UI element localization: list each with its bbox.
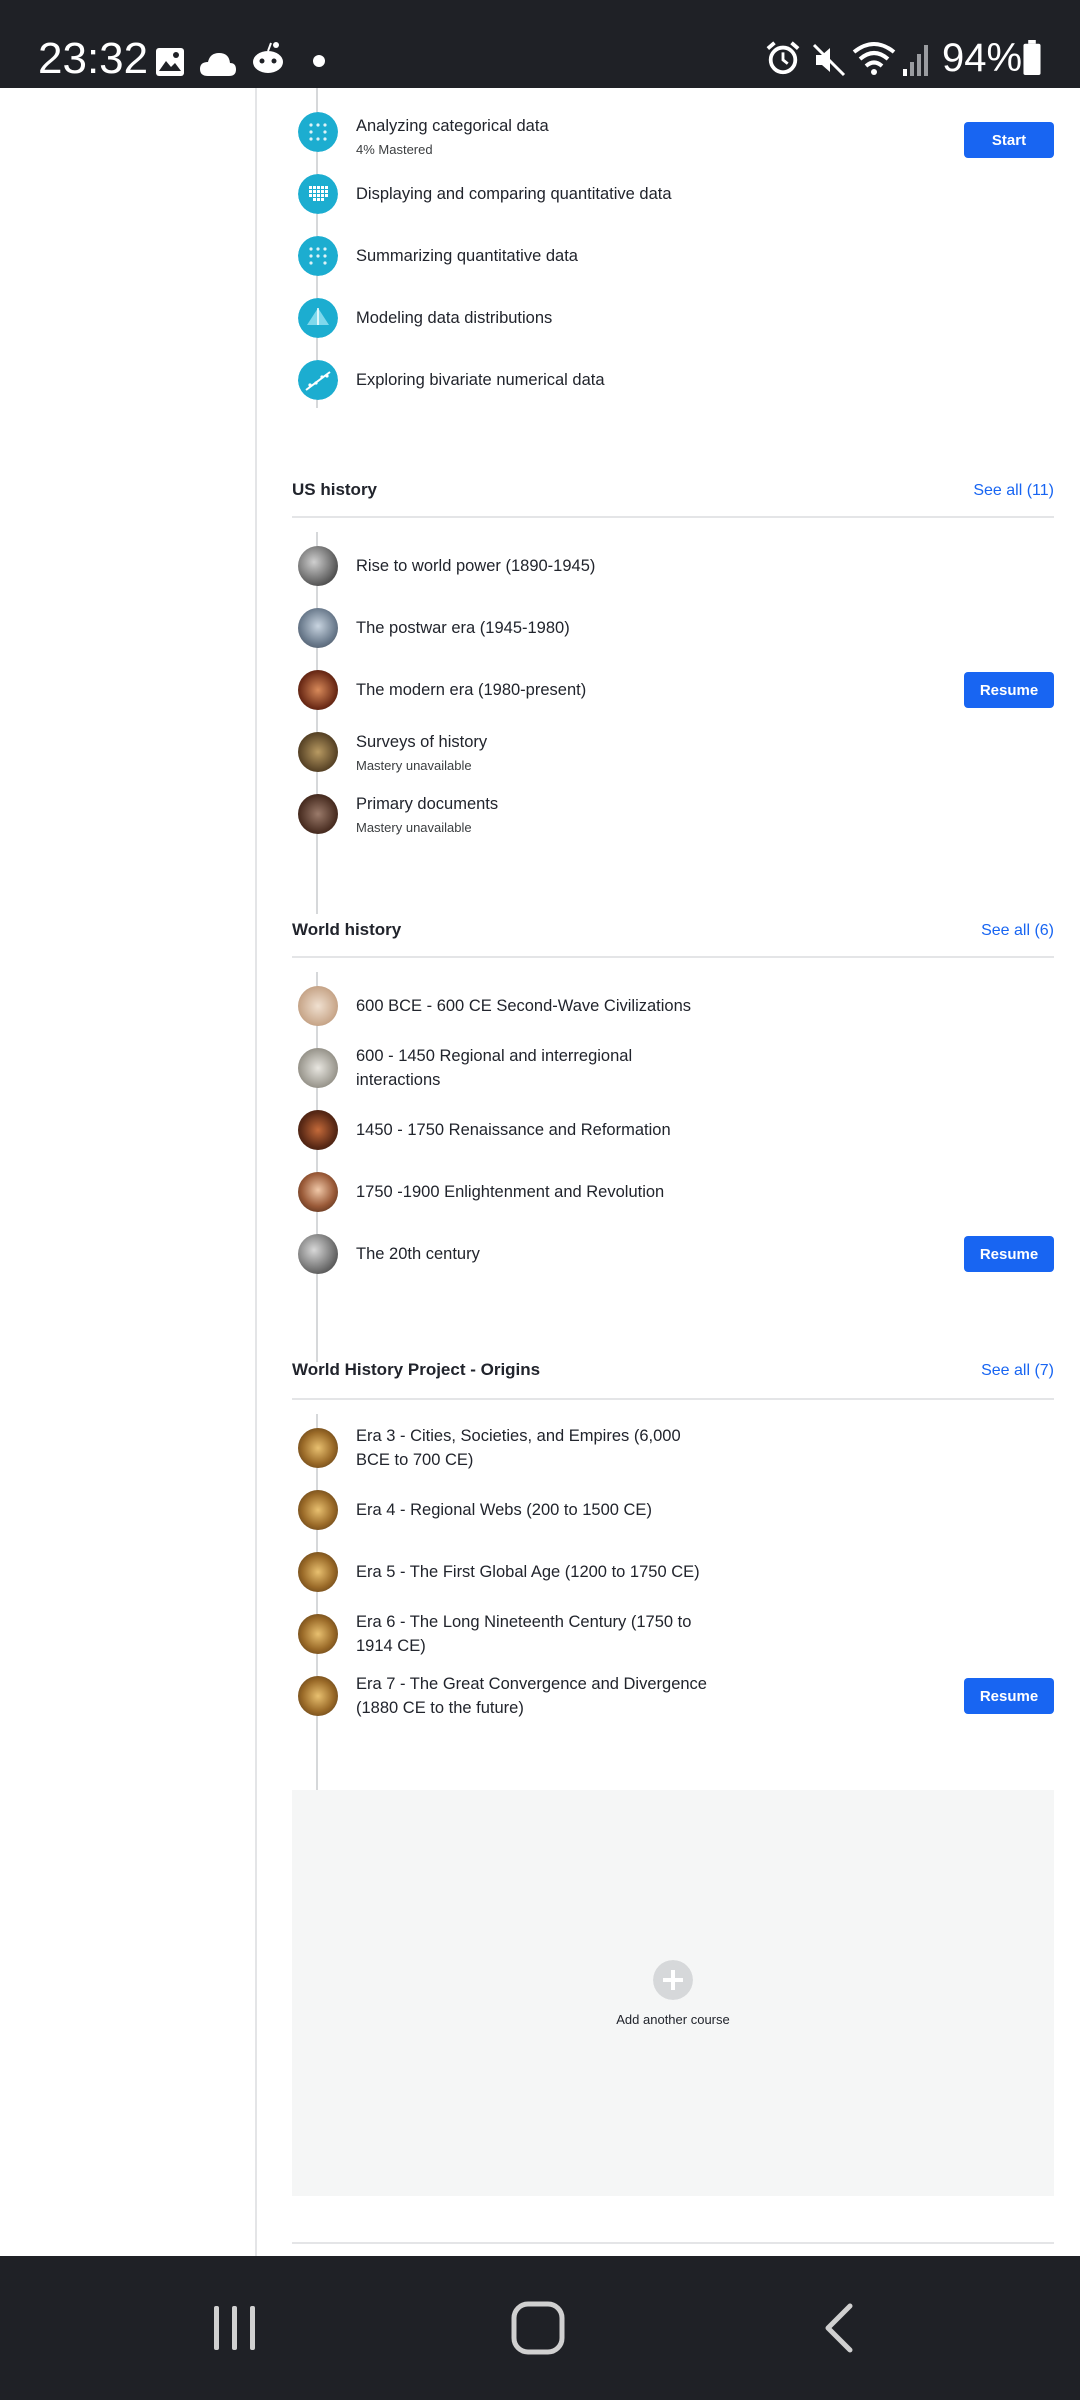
unit-row[interactable]: 600 BCE - 600 CE Second-Wave Civilizatio… — [292, 976, 1054, 1036]
unit-row[interactable]: Era 7 - The Great Convergence and Diverg… — [292, 1666, 1054, 1726]
alarm-icon — [766, 41, 800, 75]
recent-apps-icon[interactable] — [210, 2302, 260, 2354]
battery-icon — [1023, 40, 1041, 76]
course-list[interactable]: Analyzing categorical data 4% Mastered S… — [0, 88, 1080, 2256]
unit-row[interactable]: 1450 - 1750 Renaissance and Reformation — [292, 1100, 1054, 1160]
stats-grid-icon — [298, 174, 338, 214]
status-bar: 23:32 94% — [0, 0, 1080, 88]
unit-row[interactable]: Era 5 - The First Global Age (1200 to 17… — [292, 1542, 1054, 1602]
unit-row[interactable]: Primary documents Mastery unavailable — [292, 784, 1054, 844]
see-all-link[interactable]: See all (7) — [981, 1362, 1054, 1380]
resume-button[interactable]: Resume — [964, 672, 1054, 708]
history-thumbnail-icon — [298, 1110, 338, 1150]
stats-triangle-icon — [298, 298, 338, 338]
unit-title: Modeling data distributions — [356, 309, 553, 327]
unit-title: Exploring bivariate numerical data — [356, 371, 605, 389]
dot-icon — [313, 55, 325, 67]
section-divider — [292, 516, 1054, 518]
history-thumbnail-icon — [298, 546, 338, 586]
history-thumbnail-icon — [298, 1490, 338, 1530]
unit-title: Analyzing categorical data — [356, 117, 549, 135]
home-icon[interactable] — [510, 2300, 566, 2356]
plus-icon — [653, 1960, 693, 2000]
unit-title: Summarizing quantitative data — [356, 247, 578, 265]
unit-row[interactable]: 1750 -1900 Enlightenment and Revolution — [292, 1162, 1054, 1222]
unit-title: Surveys of history — [356, 733, 488, 751]
sidebar-divider — [255, 88, 257, 2256]
section-divider — [292, 956, 1054, 958]
unit-row[interactable]: Modeling data distributions — [292, 288, 1054, 348]
history-thumbnail-icon — [298, 670, 338, 710]
history-thumbnail-icon — [298, 986, 338, 1026]
unit-title: Era 6 - The Long Nineteenth Century (175… — [356, 1613, 692, 1655]
unit-row[interactable]: The 20th century Resume — [292, 1224, 1054, 1284]
resume-button[interactable]: Resume — [964, 1678, 1054, 1714]
history-thumbnail-icon — [298, 608, 338, 648]
unit-title: 1450 - 1750 Renaissance and Reformation — [356, 1121, 671, 1139]
status-time: 23:32 — [38, 34, 149, 83]
stats-dots-icon — [298, 236, 338, 276]
unit-row[interactable]: Exploring bivariate numerical data — [292, 350, 1054, 410]
unit-row[interactable]: The postwar era (1945-1980) — [292, 598, 1054, 658]
unit-row[interactable]: Era 6 - The Long Nineteenth Century (175… — [292, 1604, 1054, 1664]
battery-percent: 94% — [942, 36, 1023, 80]
unit-title: The modern era (1980-present) — [356, 681, 587, 699]
reddit-icon — [253, 42, 283, 73]
unit-title: The postwar era (1945-1980) — [356, 619, 570, 637]
unit-title: 600 BCE - 600 CE Second-Wave Civilizatio… — [356, 997, 692, 1015]
unit-row[interactable]: Rise to world power (1890-1945) — [292, 536, 1054, 596]
see-all-link[interactable]: See all (6) — [981, 922, 1054, 940]
unit-row[interactable]: Analyzing categorical data 4% Mastered S… — [292, 102, 1054, 162]
add-course-card[interactable]: Add another course — [292, 1790, 1054, 2196]
unit-title: 1750 -1900 Enlightenment and Revolution — [356, 1183, 665, 1201]
wifi-icon — [852, 42, 896, 75]
history-thumbnail-icon — [298, 1234, 338, 1274]
history-thumbnail-icon — [298, 794, 338, 834]
section-divider — [292, 1398, 1054, 1400]
unit-row[interactable]: Era 3 - Cities, Societies, and Empires (… — [292, 1418, 1054, 1478]
stats-dots-icon — [298, 112, 338, 152]
unit-title: The 20th century — [356, 1245, 480, 1263]
unit-title: Era 7 - The Great Convergence and Diverg… — [356, 1675, 707, 1717]
unit-row[interactable]: Era 4 - Regional Webs (200 to 1500 CE) — [292, 1480, 1054, 1540]
unit-title: Era 3 - Cities, Societies, and Empires (… — [356, 1427, 681, 1469]
unit-row[interactable]: 600 - 1450 Regional and interregional in… — [292, 1038, 1054, 1098]
mute-icon — [812, 43, 846, 77]
cloud-icon — [200, 53, 236, 76]
see-all-link[interactable]: See all (11) — [973, 482, 1054, 500]
section-divider — [292, 2242, 1054, 2244]
course-title[interactable]: World history — [292, 920, 401, 940]
unit-title: 600 - 1450 Regional and interregional in… — [356, 1047, 633, 1089]
back-icon[interactable] — [822, 2302, 856, 2354]
unit-title: Era 5 - The First Global Age (1200 to 17… — [356, 1563, 700, 1581]
unit-row[interactable]: Summarizing quantitative data — [292, 226, 1054, 286]
unit-title: Primary documents — [356, 795, 499, 813]
history-thumbnail-icon — [298, 1048, 338, 1088]
history-thumbnail-icon — [298, 1172, 338, 1212]
unit-mastery: Mastery unavailable — [356, 820, 472, 835]
add-course-label: Add another course — [616, 2012, 730, 2027]
start-button[interactable]: Start — [964, 122, 1054, 158]
unit-mastery: 4% Mastered — [356, 142, 433, 157]
course-title[interactable]: World History Project - Origins — [292, 1360, 540, 1380]
unit-row[interactable]: Surveys of history Mastery unavailable — [292, 722, 1054, 782]
navigation-bar — [0, 2256, 1080, 2400]
resume-button[interactable]: Resume — [964, 1236, 1054, 1272]
unit-mastery: Mastery unavailable — [356, 758, 472, 773]
history-thumbnail-icon — [298, 1676, 338, 1716]
unit-title: Displaying and comparing quantitative da… — [356, 185, 672, 203]
unit-row[interactable]: The modern era (1980-present) Resume — [292, 660, 1054, 720]
history-thumbnail-icon — [298, 732, 338, 772]
signal-icon — [903, 45, 928, 76]
unit-title: Rise to world power (1890-1945) — [356, 557, 596, 575]
history-thumbnail-icon — [298, 1614, 338, 1654]
course-title[interactable]: US history — [292, 480, 377, 500]
stats-scatter-icon — [298, 360, 338, 400]
gallery-icon — [156, 48, 184, 76]
unit-title: Era 4 - Regional Webs (200 to 1500 CE) — [356, 1501, 652, 1519]
unit-row[interactable]: Displaying and comparing quantitative da… — [292, 164, 1054, 224]
history-thumbnail-icon — [298, 1552, 338, 1592]
history-thumbnail-icon — [298, 1428, 338, 1468]
